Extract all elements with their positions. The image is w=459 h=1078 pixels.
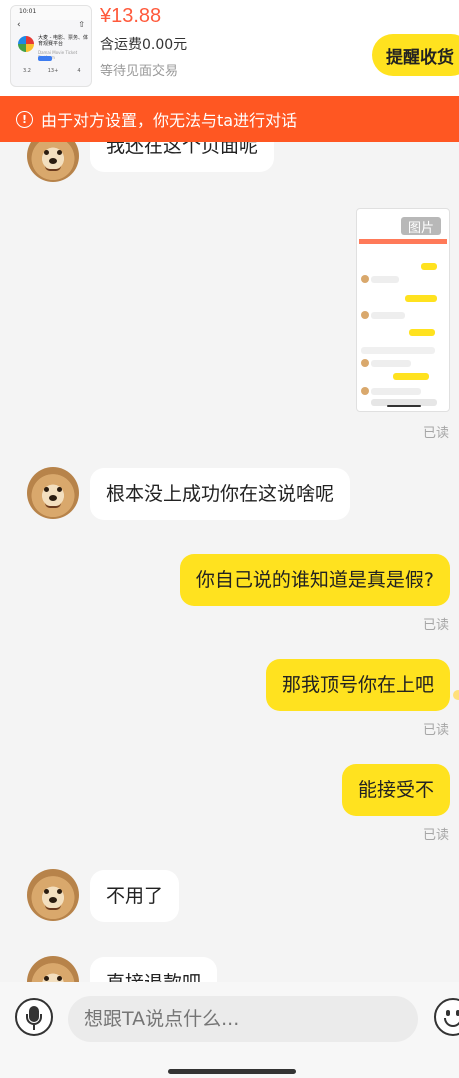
thumbnail-stat: 4 xyxy=(77,68,81,74)
read-receipt: 已读 xyxy=(423,618,450,633)
banner-text: 由于对方设置，你无法与ta进行对话 xyxy=(41,111,298,130)
image-label: 图片 xyxy=(401,217,441,236)
image-content xyxy=(387,405,421,407)
message-bubble-incoming[interactable]: 直接退款吧 xyxy=(90,957,218,982)
order-card[interactable]: 10:01 ‹ ⇧ 大麦 - 电影、票务、体育观赛平台 Damai Movie … xyxy=(0,0,459,96)
own-avatar-edge xyxy=(453,690,459,700)
remind-receipt-button[interactable]: 提醒收货 xyxy=(372,34,459,76)
message-bubble-incoming[interactable]: 不用了 xyxy=(90,870,180,922)
seller-avatar[interactable] xyxy=(27,869,79,921)
chat-restriction-banner: ! 由于对方设置，你无法与ta进行对话 xyxy=(0,96,459,142)
read-receipt: 已读 xyxy=(423,723,450,738)
image-content xyxy=(361,311,369,319)
order-price: ¥13.88 xyxy=(100,5,162,27)
home-indicator xyxy=(168,1069,296,1074)
thumbnail-app-title: 大麦 - 电影、票务、体育观赛平台 xyxy=(38,35,88,47)
image-message[interactable]: 图片 xyxy=(356,208,450,412)
thumbnail-stats: 3.2 13+ 4 xyxy=(17,68,89,74)
microphone-icon[interactable] xyxy=(15,998,53,1036)
thumbnail-tag xyxy=(38,56,52,61)
thumbnail-back-icon: ‹ xyxy=(17,20,21,30)
image-content xyxy=(361,387,369,395)
message-input-bar xyxy=(0,982,459,1078)
seller-avatar[interactable] xyxy=(27,956,79,982)
thumbnail-stat: 3.2 xyxy=(23,68,31,74)
image-content xyxy=(421,263,437,270)
image-content xyxy=(371,312,405,319)
thumbnail-app-logo xyxy=(18,36,34,52)
message-input[interactable] xyxy=(68,996,418,1042)
image-content xyxy=(371,388,421,395)
message-bubble-outgoing[interactable]: 能接受不 xyxy=(341,764,450,816)
thumbnail-stat: 13+ xyxy=(47,68,59,74)
message-bubble-outgoing[interactable]: 你自己说的谁知道是真是假? xyxy=(179,554,450,606)
image-content xyxy=(393,373,429,380)
read-receipt: 已读 xyxy=(423,426,450,441)
image-content xyxy=(361,359,369,367)
product-thumbnail[interactable]: 10:01 ‹ ⇧ 大麦 - 电影、票务、体育观赛平台 Damai Movie … xyxy=(10,5,92,87)
image-content xyxy=(405,295,437,302)
chat-message-list[interactable]: 我还在这个页面呢 图片 已读 根本没上成功你在这说啥呢 你自己说的谁知道是真是假… xyxy=(0,142,459,982)
image-content xyxy=(409,329,435,336)
image-content xyxy=(361,347,435,354)
trade-status: 等待见面交易 xyxy=(100,64,179,79)
message-bubble-outgoing[interactable]: 那我顶号你在上吧 xyxy=(265,659,450,711)
seller-avatar[interactable] xyxy=(27,142,79,182)
shipping-fee: 含运费0.00元 xyxy=(100,37,188,53)
image-content xyxy=(371,276,399,283)
smiley-icon[interactable] xyxy=(434,998,459,1036)
seller-avatar[interactable] xyxy=(27,467,79,519)
message-bubble-incoming[interactable]: 我还在这个页面呢 xyxy=(90,142,275,172)
image-content xyxy=(359,239,447,244)
thumbnail-share-icon: ⇧ xyxy=(78,20,85,29)
image-content xyxy=(361,275,369,283)
message-bubble-incoming[interactable]: 根本没上成功你在这说啥呢 xyxy=(90,468,351,520)
thumbnail-time: 10:01 xyxy=(19,8,37,15)
read-receipt: 已读 xyxy=(423,828,450,843)
image-content xyxy=(371,360,411,367)
exclamation-circle-icon: ! xyxy=(16,110,33,128)
